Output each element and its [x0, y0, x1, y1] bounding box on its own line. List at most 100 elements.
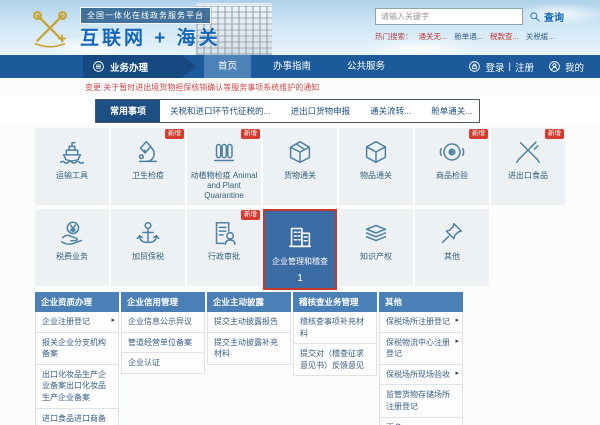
hot-search-label: 热门搜索：: [375, 32, 413, 41]
service-tile[interactable]: 其他: [415, 209, 489, 286]
search-button[interactable]: 查询: [529, 9, 564, 24]
chevron-right-icon: ▸: [455, 337, 459, 345]
panel-item[interactable]: 企业认证: [121, 353, 205, 374]
panel-item-label: 出口化妆品生产企业备案出口化妆品生产企业备案: [42, 369, 106, 402]
pin-icon: [437, 218, 467, 248]
chevron-right-icon: ▸: [111, 317, 115, 324]
service-tile[interactable]: 物品通关: [339, 128, 413, 205]
nav-item-link[interactable]: 办事指南: [259, 55, 325, 78]
new-badge: 新增: [241, 129, 260, 139]
panel-item-label: 进口食品进口商备案: [42, 413, 106, 423]
service-tile-label: 知识产权: [360, 252, 392, 261]
register-label[interactable]: 注册: [515, 60, 534, 74]
microscope-icon: [133, 137, 163, 167]
announcement-bar: 变更:关于暂时进出境货物担保核销确认等服务事项系统维护的通知: [0, 78, 600, 96]
person-circle-icon: [549, 61, 560, 72]
panel-item[interactable]: 企业信息公示异议: [121, 312, 205, 333]
nav-item-home[interactable]: 首页: [204, 55, 252, 78]
food-icon: [513, 137, 543, 167]
hot-search-item[interactable]: 通关无...: [419, 31, 448, 42]
panel-item-label: 保税场所注册登记: [386, 317, 450, 326]
panel-item[interactable]: 出口化妆品生产企业备案出口化妆品生产企业备案: [35, 364, 119, 409]
login-divider: |: [508, 61, 511, 72]
main-nav: 业务办理 首页 办事指南 公共服务 登录 | 注册 我的: [0, 55, 600, 78]
service-tile[interactable]: 行政审批 新增: [187, 209, 261, 286]
panel-item[interactable]: 提交主动披露报告: [207, 312, 291, 333]
panel-item[interactable]: 保税场所现场验收 ▸: [379, 364, 463, 386]
category-tabs: 常用事项 关税和进口环节代征税的... 进出口货物申报 通关流转... 舱单通关...: [0, 96, 600, 124]
hot-search-item[interactable]: 关税缓...: [526, 31, 555, 42]
service-tile[interactable]: 货物通关: [263, 128, 337, 205]
panel-item-label: 报关企业分支机构备案: [42, 337, 106, 359]
anchor-icon: [133, 218, 163, 248]
annotation-mark: 1: [297, 273, 303, 284]
hamburger-circle-icon: [93, 61, 104, 72]
new-badge: 新增: [241, 210, 260, 220]
site-title: 互联网 + 海关: [80, 28, 221, 49]
panel-item[interactable]: 保税场所注册登记 ▸: [379, 312, 463, 333]
panel-item[interactable]: 提交对（稽查征求意见书）反馈意见: [293, 344, 377, 377]
category-tab[interactable]: 舱单通关...: [421, 100, 482, 122]
chevron-right-icon: ▸: [455, 369, 459, 377]
ship-icon: [57, 137, 87, 167]
panel-item[interactable]: 管道经营单位备案: [121, 332, 205, 354]
inspection-icon: [437, 137, 467, 167]
service-tile[interactable]: 卫生检疫 新增: [111, 128, 185, 205]
service-tile-label: 卫生检疫: [132, 171, 164, 180]
login-label[interactable]: 登录: [485, 60, 504, 74]
panel-column: 企业资质办理 企业注册登记 ▸ 报关企业分支机构备案出口化妆品生产企业备案出口化妆品生…: [35, 292, 119, 425]
service-tile[interactable]: 进出口食品 新增: [491, 128, 565, 205]
top-banner: 全国一体化在线政务服务平台 互联网 + 海关 查询 热门搜索： 通关无... 舱单…: [0, 0, 600, 55]
service-tile[interactable]: 税费业务: [35, 209, 109, 286]
hot-search-item[interactable]: 舱单通...: [454, 31, 483, 42]
panel-item[interactable]: 更多: [379, 417, 463, 425]
my-account[interactable]: 我的: [548, 60, 584, 74]
category-tab[interactable]: 关税和进口环节代征税的...: [160, 100, 281, 122]
service-tile[interactable]: 知识产权: [339, 209, 413, 286]
buildings-icon: [285, 221, 315, 251]
books-icon: [361, 218, 391, 248]
panel-item[interactable]: 监管货物存储场所注册登记: [379, 385, 463, 418]
cube-icon: [361, 137, 391, 167]
panel-item[interactable]: 企业注册登记 ▸: [35, 312, 119, 333]
category-tab[interactable]: 通关流转...: [360, 100, 421, 122]
panel-item[interactable]: 保税物流中心注册登记 ▸: [379, 332, 463, 365]
panel-column: 企业主动披露 提交主动披露报告 提交主动披露补充材料: [207, 292, 291, 365]
login-register[interactable]: 登录 | 注册: [468, 60, 534, 74]
service-tile[interactable]: 运输工具: [35, 128, 109, 205]
quarantine-icon: [209, 137, 239, 167]
category-tab[interactable]: 常用事项: [96, 100, 161, 122]
panel-item-label: 监管货物存储场所注册登记: [386, 390, 450, 411]
panel-column: 企业信用管理 企业信息公示异议 管道经营单位备案企业认证: [121, 292, 205, 374]
panel-column-header: 企业信用管理: [121, 292, 205, 312]
page: 全国一体化在线政务服务平台 互联网 + 海关 查询 热门搜索： 通关无... 舱单…: [0, 0, 600, 425]
service-tile-label: 物品通关: [360, 171, 392, 180]
panel-item-label: 提交对（稽查征求意见书）反馈意见: [300, 349, 364, 370]
service-tile-label: 货物通关: [284, 171, 316, 180]
service-tile-label: 税费业务: [56, 252, 88, 261]
panel-item[interactable]: 提交主动披露补充材料: [207, 332, 291, 365]
service-tile[interactable]: 商品检验 新增: [415, 128, 489, 205]
business-menu-button[interactable]: 业务办理: [83, 55, 197, 78]
login-icon: [469, 61, 481, 72]
tax-icon: [57, 218, 87, 248]
service-tile[interactable]: 动植物检疫 Animal and Plant Quarantine 新增: [187, 128, 261, 205]
service-tile-label: 其他: [444, 252, 460, 261]
search-input[interactable]: [375, 8, 523, 25]
panel-item[interactable]: 报关企业分支机构备案: [35, 332, 119, 365]
hot-search-item[interactable]: 税款查...: [490, 31, 519, 42]
panel-item-label: 提交主动披露补充材料: [214, 337, 278, 359]
panel-item[interactable]: 稽核查事项补充材料: [293, 312, 377, 345]
service-tile[interactable]: 加贸保税: [111, 209, 185, 286]
panel-column-header: 其他: [379, 292, 463, 312]
announcement-link[interactable]: 变更:关于暂时进出境货物担保核销确认等服务事项系统维护的通知: [85, 82, 319, 93]
panel-column-header: 企业资质办理: [35, 292, 119, 312]
nav-item-link[interactable]: 公共服务: [333, 55, 399, 78]
panel-item-label: 企业认证: [128, 358, 160, 368]
panel-item[interactable]: 进口食品进口商备案: [35, 408, 119, 425]
category-tab[interactable]: 进出口货物申报: [281, 100, 361, 122]
service-tile[interactable]: 企业管理和稽查 1: [263, 209, 337, 290]
service-tile-label: 进出口食品: [508, 171, 548, 180]
service-tile-label: 企业管理和稽查: [272, 257, 328, 266]
panel-item-label: 提交主动披露报告: [214, 317, 278, 326]
